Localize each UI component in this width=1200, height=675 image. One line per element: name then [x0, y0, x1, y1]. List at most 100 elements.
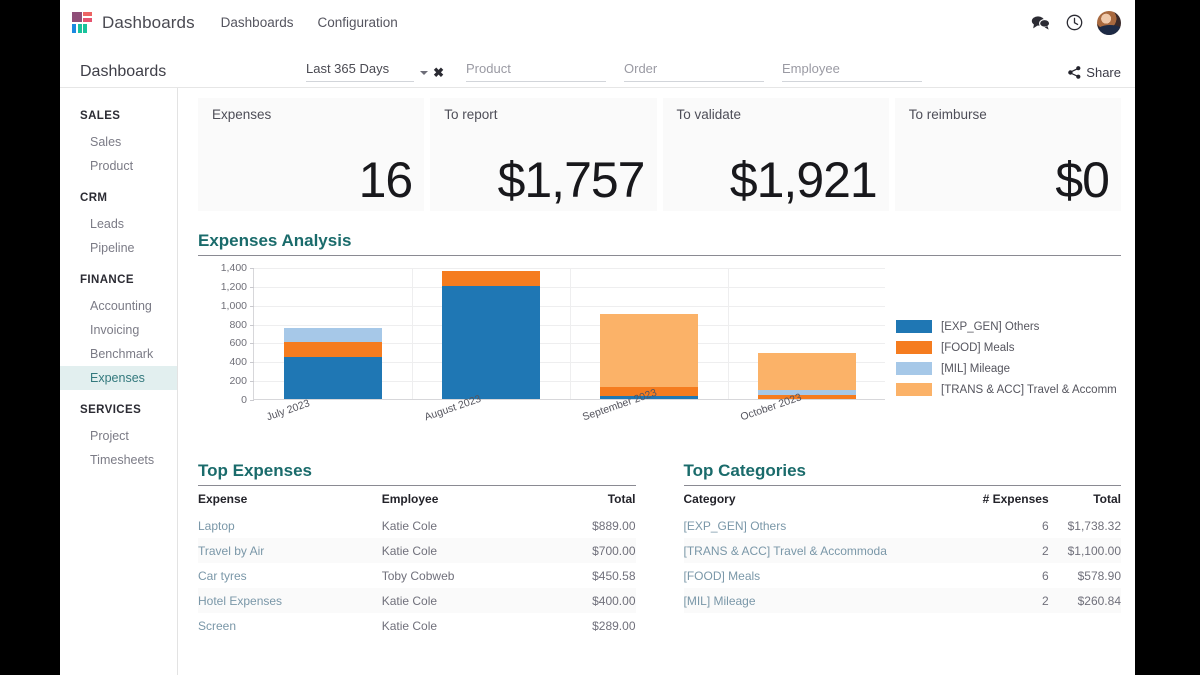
column-header-employee[interactable]: Employee [382, 486, 541, 513]
menu-dashboards[interactable]: Dashboards [221, 15, 294, 30]
sidebar-item-expenses[interactable]: Expenses [60, 366, 177, 390]
dashboards-logo-icon[interactable] [72, 12, 93, 33]
table-row[interactable]: [MIL] Mileage 2 $260.84 [683, 588, 1121, 613]
kpi-value: 16 [358, 152, 414, 208]
top-expenses-title: Top Expenses [198, 461, 312, 480]
filter-employee-placeholder: Employee [782, 61, 840, 76]
table-cell: Katie Cole [381, 593, 438, 608]
chart-stacked-bar[interactable] [600, 314, 698, 399]
chart-legend: [EXP_GEN] Others [FOOD] Meals [MIL] Mileag… [888, 264, 1117, 439]
chart-bar-segment[interactable] [442, 285, 540, 399]
chart-legend-item[interactable]: [FOOD] Meals [896, 337, 1117, 358]
chart-legend-item[interactable]: [EXP_GEN] Others [896, 316, 1117, 337]
table-row[interactable]: [EXP_GEN] Others 6 $1,738.32 [684, 513, 1122, 538]
column-header-total[interactable]: Total [1049, 486, 1121, 513]
table-cell[interactable]: Hotel Expenses [198, 588, 382, 613]
sidebar-item-timesheets[interactable]: Timesheets [60, 448, 177, 472]
table-row[interactable]: Screen Katie Cole $289.00 [198, 613, 636, 638]
table-row[interactable]: [TRANS & ACC] Travel & Accommoda 2 $1,100.… [683, 538, 1121, 563]
chart-y-tick-label: 400 [229, 356, 254, 368]
sidebar-item-leads[interactable]: Leads [60, 212, 177, 236]
messages-icon[interactable] [1031, 15, 1050, 30]
chart-bar-segment[interactable] [758, 352, 856, 390]
table-row[interactable]: Car tyres Toby Cobweb $450.58 [198, 563, 636, 588]
section-divider [198, 255, 1121, 256]
sidebar-group-services-title: SERVICES [80, 404, 142, 416]
filter-order[interactable]: Order [624, 61, 764, 82]
filter-order-placeholder: Order [624, 61, 658, 76]
table-row[interactable]: Travel by Air Katie Cole $700.00 [198, 538, 636, 563]
table-row[interactable]: Hotel Expenses Katie Cole $400.00 [198, 588, 636, 613]
chart-stacked-bar[interactable] [758, 352, 856, 399]
chart-stacked-bar[interactable] [442, 271, 540, 399]
sidebar-item-project[interactable]: Project [60, 424, 177, 448]
menu-configuration[interactable]: Configuration [317, 15, 397, 30]
column-header-num-expenses[interactable]: # Expenses [959, 486, 1049, 513]
column-header-category[interactable]: Category [684, 486, 960, 513]
table-cell[interactable]: Laptop [198, 513, 382, 538]
filter-product[interactable]: Product [466, 61, 606, 82]
chart-bar-segment[interactable] [600, 314, 698, 387]
kpi-card-expenses[interactable]: Expenses 16 [198, 98, 425, 211]
sidebar-item-sales[interactable]: Sales [60, 130, 177, 154]
chart-legend-item[interactable]: [TRANS & ACC] Travel & Accomm [896, 379, 1117, 400]
kpi-label: To validate [676, 107, 742, 122]
user-avatar[interactable] [1097, 10, 1121, 35]
sidebar-item-product[interactable]: Product [60, 154, 177, 178]
table-cell: $578.90 [1077, 568, 1121, 583]
table-cell[interactable]: [EXP_GEN] Others [684, 513, 960, 538]
table-cell: 6 [1041, 518, 1049, 533]
table-cell: Toby Cobweb [381, 568, 455, 583]
table-cell: $400.00 [592, 593, 636, 608]
chart-y-tick-label: 600 [229, 337, 254, 349]
share-button[interactable]: Share [1068, 65, 1121, 80]
chart-bar-segment[interactable] [284, 341, 382, 357]
clear-filter-icon[interactable]: ✖ [433, 66, 444, 79]
chart-stacked-bar[interactable] [284, 327, 382, 399]
table-row[interactable]: [FOOD] Meals 6 $578.90 [684, 563, 1122, 588]
sidebar-item-accounting[interactable]: Accounting [60, 294, 177, 318]
kpi-card-to-report[interactable]: To report $1,757 [430, 98, 657, 211]
sidebar-group-crm-title: CRM [80, 192, 108, 204]
chart-bar-segment[interactable] [284, 327, 382, 342]
expenses-bar-chart[interactable]: 0 200 400 600 800 1,000 1,200 1,400 July 2023 Au… [198, 262, 888, 439]
kpi-card-to-validate[interactable]: To validate $1,921 [662, 98, 889, 211]
sidebar-item-benchmark[interactable]: Benchmark [60, 342, 177, 366]
sidebar: SALES Sales Product CRM Leads Pipeline F… [60, 88, 178, 675]
table-cell: $889.00 [592, 518, 636, 533]
table-cell[interactable]: [MIL] Mileage [684, 588, 960, 613]
chart-y-tick-label: 1,000 [221, 300, 255, 312]
table-cell[interactable]: Travel by Air [198, 538, 382, 563]
chart-legend-item[interactable]: [MIL] Mileage [896, 358, 1117, 379]
filter-date-range[interactable]: Last 365 Days ✖ [306, 61, 444, 82]
legend-label: [EXP_GEN] Others [941, 320, 1040, 333]
filter-product-placeholder: Product [466, 61, 511, 76]
table-cell[interactable]: [FOOD] Meals [684, 563, 960, 588]
dashboard-content: Expenses 16 To report $1,757 To validate… [178, 88, 1135, 675]
chart-bar-segment[interactable] [284, 356, 382, 399]
sidebar-item-pipeline[interactable]: Pipeline [60, 236, 177, 260]
table-cell[interactable]: Car tyres [198, 563, 382, 588]
filter-employee[interactable]: Employee [782, 61, 922, 82]
chart-y-tick-label: 200 [229, 375, 254, 387]
chart-bar-segment[interactable] [758, 394, 856, 399]
table-cell[interactable]: Screen [198, 613, 382, 638]
activity-clock-icon[interactable] [1066, 14, 1083, 31]
app-brand-title: Dashboards [102, 12, 195, 32]
kpi-card-to-reimburse[interactable]: To reimburse $0 [894, 98, 1121, 211]
table-cell[interactable]: [TRANS & ACC] Travel & Accommoda [684, 538, 960, 563]
table-cell: 6 [1041, 568, 1049, 583]
sidebar-item-invoicing[interactable]: Invoicing [60, 318, 177, 342]
expenses-analysis-title: Expenses Analysis [198, 231, 352, 250]
chart-bar-segment[interactable] [442, 271, 540, 286]
table-cell: 2 [1041, 593, 1049, 608]
column-header-total[interactable]: Total [541, 486, 636, 513]
column-header-expense[interactable]: Expense [198, 486, 382, 513]
chevron-down-icon[interactable] [420, 71, 428, 75]
table-row[interactable]: Laptop Katie Cole $889.00 [198, 513, 636, 538]
kpi-card-row: Expenses 16 To report $1,757 To validate… [198, 98, 1121, 211]
expenses-chart-wrapper: 0 200 400 600 800 1,000 1,200 1,400 July 2023 Au… [198, 262, 1121, 439]
tables-row: Top Expenses Expense Employee Total Lapt… [198, 461, 1121, 638]
table-cell: $1,738.32 [1067, 518, 1121, 533]
legend-label: [MIL] Mileage [941, 362, 1011, 375]
